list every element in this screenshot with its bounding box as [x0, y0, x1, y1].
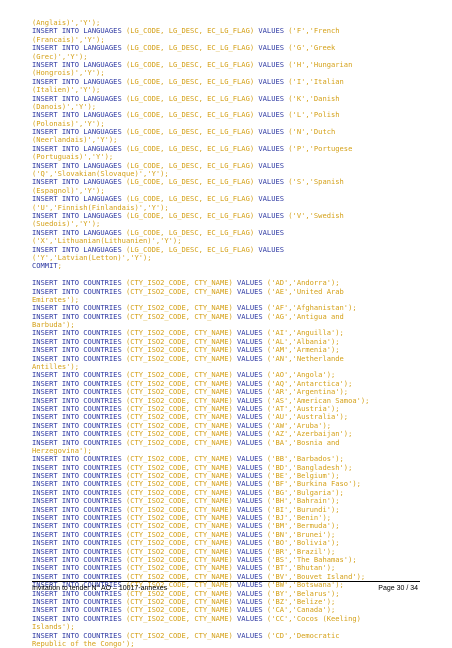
code-line: COMMIT;	[32, 261, 62, 271]
footer-document-reference: Invitation to tender N° AO – 10017-annex…	[32, 585, 168, 592]
code-line: INSERT INTO COUNTRIES (CTY_ISO2_CODE, CT…	[32, 613, 361, 623]
footer-divider	[32, 581, 420, 582]
sql-code-block: (Anglais)','Y'); INSERT INTO LANGUAGES (L…	[32, 18, 442, 648]
code-line: ('Y','Latvian(Letton)','Y');	[32, 252, 152, 262]
code-line: INSERT INTO COUNTRIES (CTY_ISO2_CODE, CT…	[32, 353, 344, 363]
code-line: INSERT INTO LANGUAGES (LG_CODE, LG_DESC,…	[32, 43, 336, 53]
code-line: INSERT INTO COUNTRIES (CTY_ISO2_CODE, CT…	[32, 311, 344, 321]
code-line: INSERT INTO COUNTRIES (CTY_ISO2_CODE, CT…	[32, 286, 344, 296]
footer-page-number: Page 30 / 34	[378, 585, 418, 592]
code-line: Republic of the Congo');	[32, 638, 135, 648]
code-line: INSERT INTO COUNTRIES (CTY_ISO2_CODE, CT…	[32, 437, 340, 447]
